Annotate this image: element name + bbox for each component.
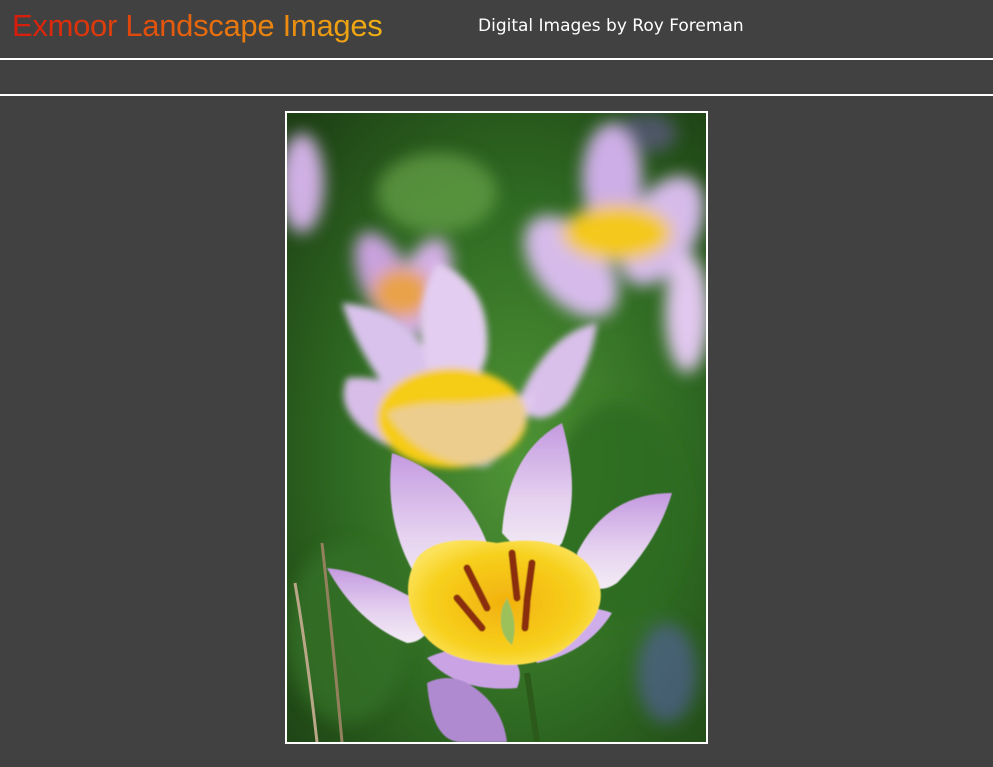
nav-divider xyxy=(0,94,993,96)
site-title[interactable]: Exmoor Landscape Images xyxy=(12,8,383,44)
site-header: Exmoor Landscape Images Digital Images b… xyxy=(0,0,993,59)
main-photo[interactable] xyxy=(285,111,708,744)
site-subtitle: Digital Images by Roy Foreman xyxy=(478,16,744,36)
nav-bar xyxy=(0,60,993,94)
tulip-photo-image xyxy=(287,113,706,742)
